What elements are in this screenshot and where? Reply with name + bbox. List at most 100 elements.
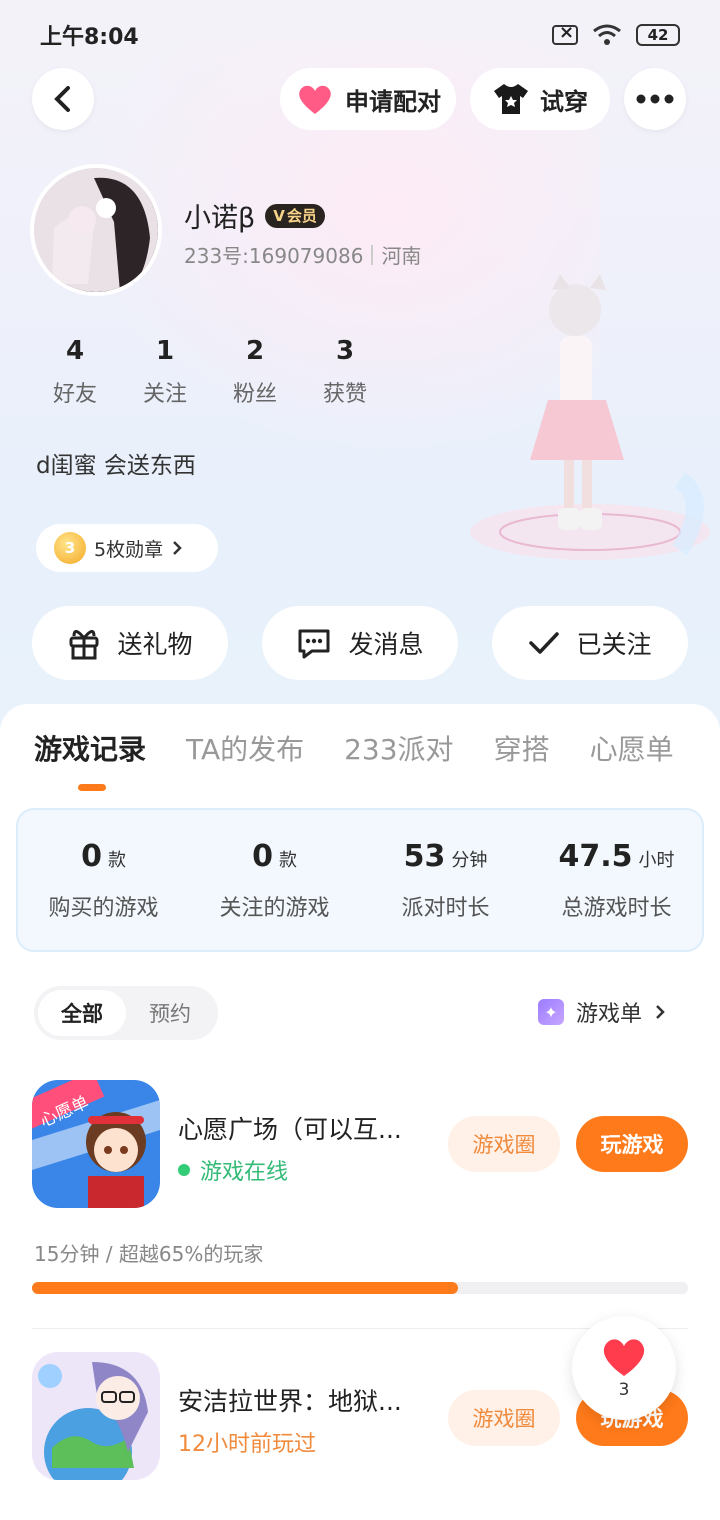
vip-v-icon: V xyxy=(273,206,285,225)
medal-icon: 3 xyxy=(54,532,86,564)
user-nickname: 小诺β xyxy=(184,203,256,234)
game-status-label: 游戏在线 xyxy=(200,1160,289,1185)
stat-number: 4 xyxy=(65,336,85,366)
game-icon-art: 心愿单 xyxy=(32,1080,160,1208)
summary-total-play-time[interactable]: 47.5 小时 总游戏时长 xyxy=(531,810,702,950)
tab-game-records[interactable]: 游戏记录 xyxy=(34,728,146,768)
stat-number: 1 xyxy=(155,336,175,366)
tab-wishlist[interactable]: 心愿单 xyxy=(590,728,674,768)
summary-number: 53 xyxy=(403,838,446,874)
divider xyxy=(371,244,374,265)
vip-label: 会员 xyxy=(286,207,317,225)
avatar-character-figure xyxy=(470,274,710,560)
play-time-progress xyxy=(32,1282,688,1294)
summary-party-duration[interactable]: 53 分钟 派对时长 xyxy=(360,810,531,950)
floating-like-button[interactable]: 3 xyxy=(572,1316,676,1420)
user-id: 233号:169079086 xyxy=(184,244,364,268)
status-time: 上午8:04 xyxy=(40,25,139,50)
send-message-label: 发消息 xyxy=(348,630,424,659)
chevron-left-icon xyxy=(54,86,70,112)
sparkle-icon: ✦ xyxy=(538,999,564,1025)
more-dots-icon xyxy=(636,94,674,104)
stat-label: 粉丝 xyxy=(232,382,277,407)
game-summary-card: 0款 购买的游戏 0款 关注的游戏 53 分钟 派对时长 47.5 小时 总游戏时长 xyxy=(16,808,704,952)
stat-number: 2 xyxy=(245,336,265,366)
followed-label: 已关注 xyxy=(576,630,652,659)
medals-label: 5枚勋章 xyxy=(94,538,164,561)
tab-posts[interactable]: TA的发布 xyxy=(186,728,304,768)
game-circle-button[interactable]: 游戏圈 xyxy=(448,1116,560,1172)
game-status: 12小时前玩过 xyxy=(178,1426,316,1458)
online-dot-icon xyxy=(178,1164,190,1176)
chevron-right-icon xyxy=(656,1005,665,1019)
stat-fans[interactable]: 2 粉丝 xyxy=(210,336,300,408)
summary-purchased-games[interactable]: 0款 购买的游戏 xyxy=(18,810,189,950)
battery-indicator: 42 xyxy=(636,24,680,46)
send-message-button[interactable]: 发消息 xyxy=(262,606,458,680)
summary-number: 0 xyxy=(81,838,102,874)
user-nickname-row: 小诺β V 会员 xyxy=(184,196,325,235)
stat-label: 关注 xyxy=(142,382,187,407)
apply-pair-label: 申请配对 xyxy=(345,87,441,116)
play-time-text: 15分钟 / 超越65%的玩家 xyxy=(34,1242,264,1266)
no-sim-icon xyxy=(552,22,578,45)
medals-button[interactable]: 3 5枚勋章 xyxy=(36,524,218,572)
play-game-button[interactable]: 玩游戏 xyxy=(576,1116,688,1172)
tab-outfits[interactable]: 穿搭 xyxy=(494,728,550,768)
stat-likes[interactable]: 3 获赞 xyxy=(300,336,390,408)
try-on-button[interactable]: 试穿 xyxy=(470,68,610,130)
stat-friends[interactable]: 4 好友 xyxy=(30,336,120,408)
profile-stats: 4 好友 1 关注 2 粉丝 3 获赞 xyxy=(30,336,390,408)
game-circle-button[interactable]: 游戏圈 xyxy=(448,1390,560,1446)
tab-233-party[interactable]: 233派对 xyxy=(344,728,453,768)
user-signature: d闺蜜 会送东西 xyxy=(36,453,196,479)
profile-tabs: 游戏记录 TA的发布 233派对 穿搭 心愿单 xyxy=(34,728,714,768)
tshirt-icon xyxy=(494,84,528,114)
filter-all[interactable]: 全部 xyxy=(38,990,126,1036)
summary-followed-games[interactable]: 0款 关注的游戏 xyxy=(189,810,360,950)
summary-label: 派对时长 xyxy=(401,895,490,921)
game-icon-art xyxy=(32,1352,160,1480)
avatar-photo-image xyxy=(34,168,158,292)
game-icon-wish-plaza[interactable]: 心愿单 xyxy=(32,1080,160,1208)
send-gift-label: 送礼物 xyxy=(117,630,193,659)
apply-pair-button[interactable]: 申请配对 xyxy=(280,68,456,130)
checkmark-icon xyxy=(529,632,560,654)
back-button[interactable] xyxy=(32,68,94,130)
stat-following[interactable]: 1 关注 xyxy=(120,336,210,408)
game-list-label: 游戏单 xyxy=(576,1002,643,1027)
summary-unit: 小时 xyxy=(638,849,675,871)
stat-label: 好友 xyxy=(52,382,97,407)
heart-icon xyxy=(299,85,331,114)
game-filter-toggle: 全部 预约 xyxy=(34,986,218,1040)
summary-unit: 分钟 xyxy=(451,849,488,871)
heart-icon xyxy=(603,1339,645,1376)
chevron-right-icon xyxy=(173,541,182,555)
stat-label: 获赞 xyxy=(322,382,367,407)
stat-number: 3 xyxy=(335,336,355,366)
play-time-progress-fill xyxy=(32,1282,459,1294)
summary-number: 47.5 xyxy=(558,838,633,874)
summary-number: 0 xyxy=(252,838,273,874)
summary-label: 关注的游戏 xyxy=(219,895,330,921)
game-title[interactable]: 心愿广场（可以互... xyxy=(178,1110,428,1146)
game-icon-angela-world[interactable] xyxy=(32,1352,160,1480)
status-icons: 42 xyxy=(552,22,680,47)
user-id-row: 233号:169079086 河南 xyxy=(184,240,421,269)
game-status: 游戏在线 xyxy=(178,1154,288,1186)
summary-unit: 款 xyxy=(278,849,297,871)
send-gift-button[interactable]: 送礼物 xyxy=(32,606,228,680)
try-on-label: 试穿 xyxy=(540,87,588,116)
chat-bubble-icon xyxy=(298,629,330,659)
status-bar: 上午8:04 42 xyxy=(0,0,720,70)
more-button[interactable] xyxy=(624,68,686,130)
game-list-link[interactable]: ✦ 游戏单 xyxy=(538,996,666,1028)
active-tab-indicator xyxy=(78,784,106,791)
game-status-label: 12小时前玩过 xyxy=(178,1432,316,1457)
like-count: 3 xyxy=(618,1380,630,1400)
summary-label: 购买的游戏 xyxy=(48,895,159,921)
followed-button[interactable]: 已关注 xyxy=(492,606,688,680)
filter-reserved[interactable]: 预约 xyxy=(126,990,214,1036)
user-avatar[interactable] xyxy=(30,164,162,296)
game-title[interactable]: 安洁拉世界：地狱... xyxy=(178,1382,428,1418)
